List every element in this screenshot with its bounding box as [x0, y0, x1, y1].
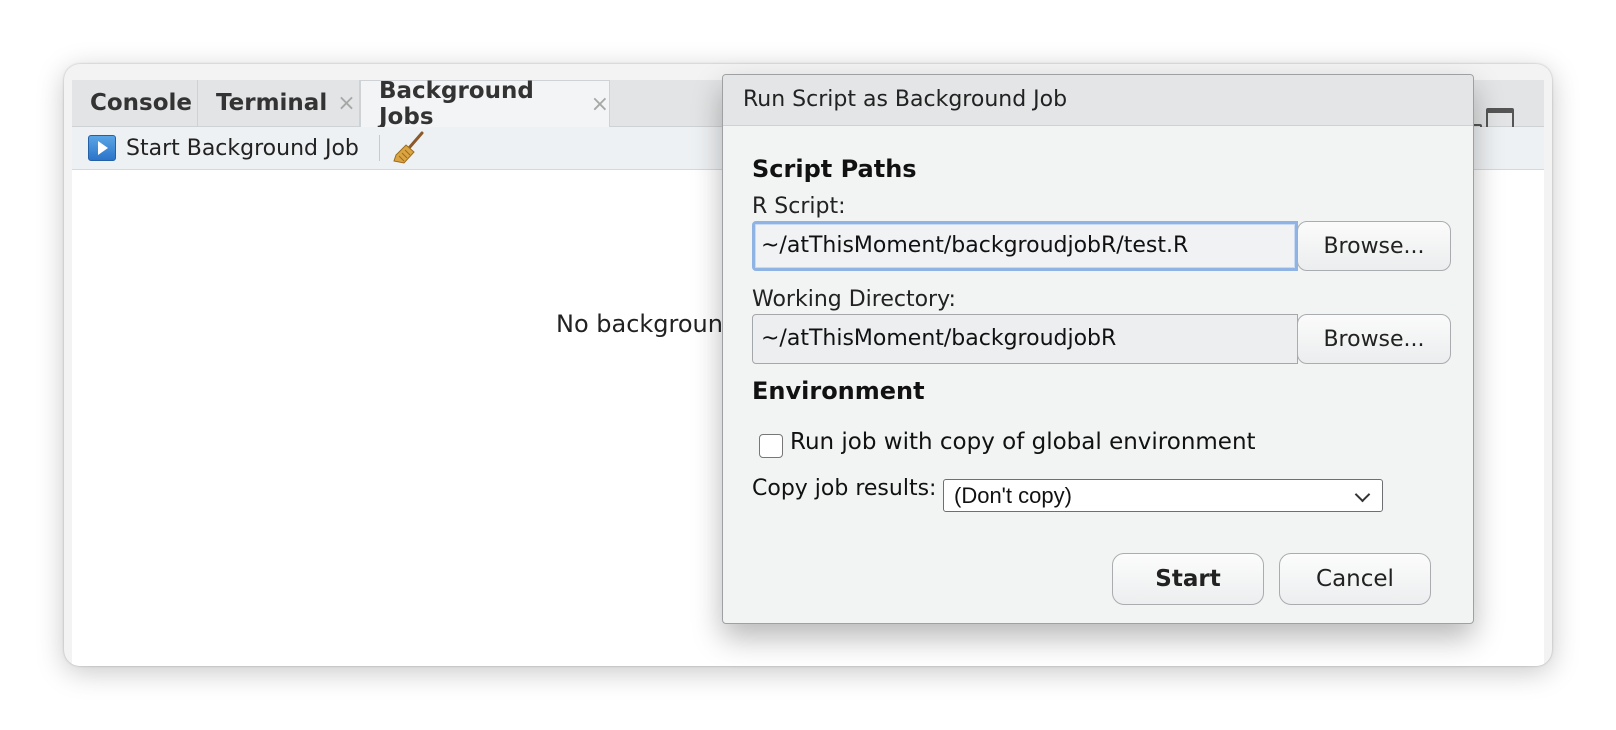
cancel-button[interactable]: Cancel: [1279, 553, 1431, 605]
close-icon[interactable]: ×: [591, 92, 609, 117]
r-script-label: R Script:: [752, 194, 846, 219]
copy-results-select[interactable]: (Don't copy): [943, 479, 1383, 512]
start-button[interactable]: Start: [1112, 553, 1264, 605]
tab-label: Background Jobs: [379, 78, 534, 130]
r-script-field[interactable]: ~/atThisMoment/backgroudjobR/test.R: [752, 221, 1298, 271]
working-directory-field[interactable]: ~/atThisMoment/backgroudjobR: [752, 314, 1298, 364]
broom-icon[interactable]: [392, 131, 426, 165]
start-background-job-button[interactable]: Start Background Job: [126, 136, 359, 161]
script-paths-heading: Script Paths: [752, 155, 917, 183]
copy-results-value: (Don't copy): [954, 482, 1072, 508]
empty-jobs-message: No backgroun: [556, 310, 723, 338]
play-icon[interactable]: [88, 135, 116, 161]
chevron-down-icon: [1354, 486, 1371, 503]
tab-terminal[interactable]: Terminal ×: [198, 80, 360, 126]
browse-r-script-button[interactable]: Browse...: [1297, 221, 1451, 271]
dialog-title[interactable]: Run Script as Background Job: [723, 75, 1473, 126]
run-script-dialog: Run Script as Background Job Script Path…: [722, 74, 1474, 624]
tab-label: Terminal: [216, 90, 328, 116]
tab-label: Console: [90, 90, 193, 116]
copy-results-label: Copy job results:: [752, 476, 937, 501]
close-icon[interactable]: ×: [337, 91, 355, 116]
toolbar-divider: [378, 135, 380, 161]
tab-background-jobs[interactable]: Background Jobs ×: [360, 78, 610, 130]
tab-console[interactable]: Console: [72, 80, 198, 126]
environment-heading: Environment: [752, 377, 925, 405]
working-directory-label: Working Directory:: [752, 287, 956, 312]
browse-working-directory-button[interactable]: Browse...: [1297, 314, 1451, 364]
copy-environment-checkbox[interactable]: [759, 434, 783, 458]
copy-environment-label[interactable]: Run job with copy of global environment: [790, 429, 1256, 455]
